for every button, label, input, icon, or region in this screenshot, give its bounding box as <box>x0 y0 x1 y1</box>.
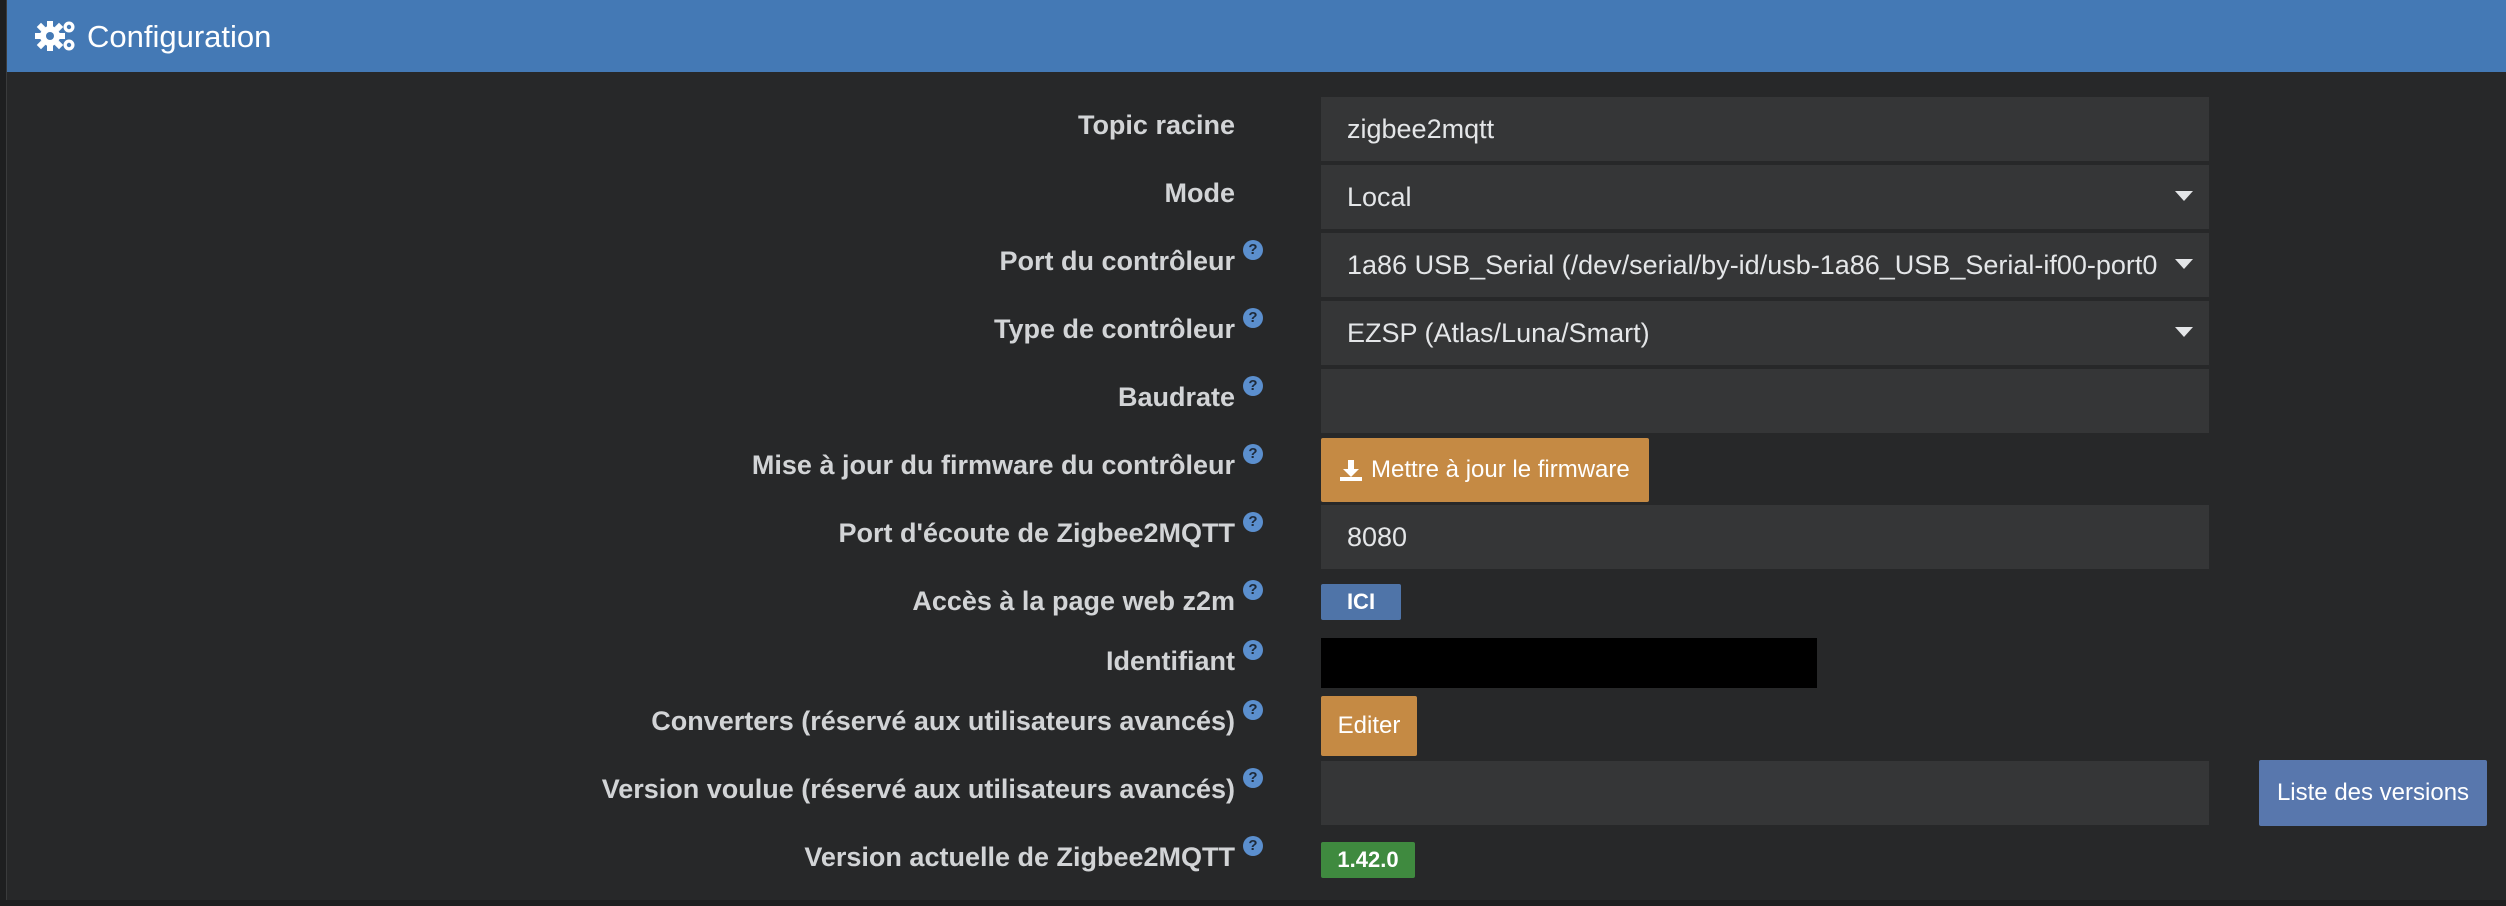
version-list-button[interactable]: Liste des versions <box>2259 760 2487 826</box>
panel-heading: Configuration <box>7 0 2506 72</box>
chevron-down-icon <box>2175 191 2193 201</box>
listen-port-value: 8080 <box>1347 521 1408 552</box>
listen-port-label: Port d'écoute de Zigbee2MQTT <box>838 518 1235 548</box>
firmware-label: Mise à jour du firmware du contrôleur <box>751 450 1235 480</box>
wanted-version-input[interactable] <box>1321 761 2209 825</box>
help-icon[interactable]: ? <box>1243 444 1263 464</box>
chevron-down-icon <box>2175 327 2193 337</box>
mode-value: Local <box>1347 181 1412 212</box>
edit-converters-button[interactable]: Editer <box>1321 696 1417 756</box>
help-icon[interactable]: ? <box>1243 836 1263 856</box>
wanted-version-label: Version voulue (réservé aux utilisateurs… <box>601 774 1235 804</box>
help-icon[interactable]: ? <box>1243 512 1263 532</box>
help-icon[interactable]: ? <box>1243 240 1263 260</box>
port-select[interactable]: 1a86 USB_Serial (/dev/serial/by-id/usb-1… <box>1321 233 2209 297</box>
help-icon[interactable]: ? <box>1243 768 1263 788</box>
help-icon[interactable]: ? <box>1243 640 1263 660</box>
cogs-icon <box>35 21 75 51</box>
type-value: EZSP (Atlas/Luna/Smart) <box>1347 317 1650 348</box>
webpage-label: Accès à la page web z2m <box>912 586 1235 616</box>
identifier-redacted-field <box>1321 638 1817 688</box>
help-icon[interactable]: ? <box>1243 700 1263 720</box>
configuration-panel: Configuration Topic racine zigbee2mqtt M… <box>6 0 2506 900</box>
update-firmware-label: Mettre à jour le firmware <box>1371 456 1630 483</box>
mode-label: Mode <box>1164 178 1236 208</box>
help-icon[interactable]: ? <box>1243 580 1263 600</box>
chevron-down-icon <box>2175 259 2193 269</box>
topic-value: zigbee2mqtt <box>1347 113 1495 144</box>
mode-select[interactable]: Local <box>1321 165 2209 229</box>
current-version-label: Version actuelle de Zigbee2MQTT <box>804 842 1235 872</box>
help-icon[interactable]: ? <box>1243 308 1263 328</box>
edit-converters-label: Editer <box>1337 712 1401 739</box>
baudrate-input[interactable] <box>1321 369 2209 433</box>
port-label: Port du contrôleur <box>999 246 1236 276</box>
listen-port-input[interactable]: 8080 <box>1321 505 2209 569</box>
webpage-link-button[interactable]: ICI <box>1321 584 1401 620</box>
topic-input[interactable]: zigbee2mqtt <box>1321 97 2209 161</box>
topic-label: Topic racine <box>1077 110 1235 140</box>
download-icon <box>1340 460 1362 481</box>
update-firmware-button[interactable]: Mettre à jour le firmware <box>1321 438 1649 502</box>
help-icon[interactable]: ? <box>1243 376 1263 396</box>
panel-title: Configuration <box>87 18 272 54</box>
current-version-badge: 1.42.0 <box>1321 842 1415 878</box>
type-label: Type de contrôleur <box>993 314 1235 344</box>
port-value: 1a86 USB_Serial (/dev/serial/by-id/usb-1… <box>1347 249 2157 280</box>
converters-label: Converters (réservé aux utilisateurs ava… <box>651 706 1235 736</box>
baudrate-label: Baudrate <box>1117 382 1235 412</box>
identifier-label: Identifiant <box>1106 646 1235 676</box>
type-select[interactable]: EZSP (Atlas/Luna/Smart) <box>1321 301 2209 365</box>
